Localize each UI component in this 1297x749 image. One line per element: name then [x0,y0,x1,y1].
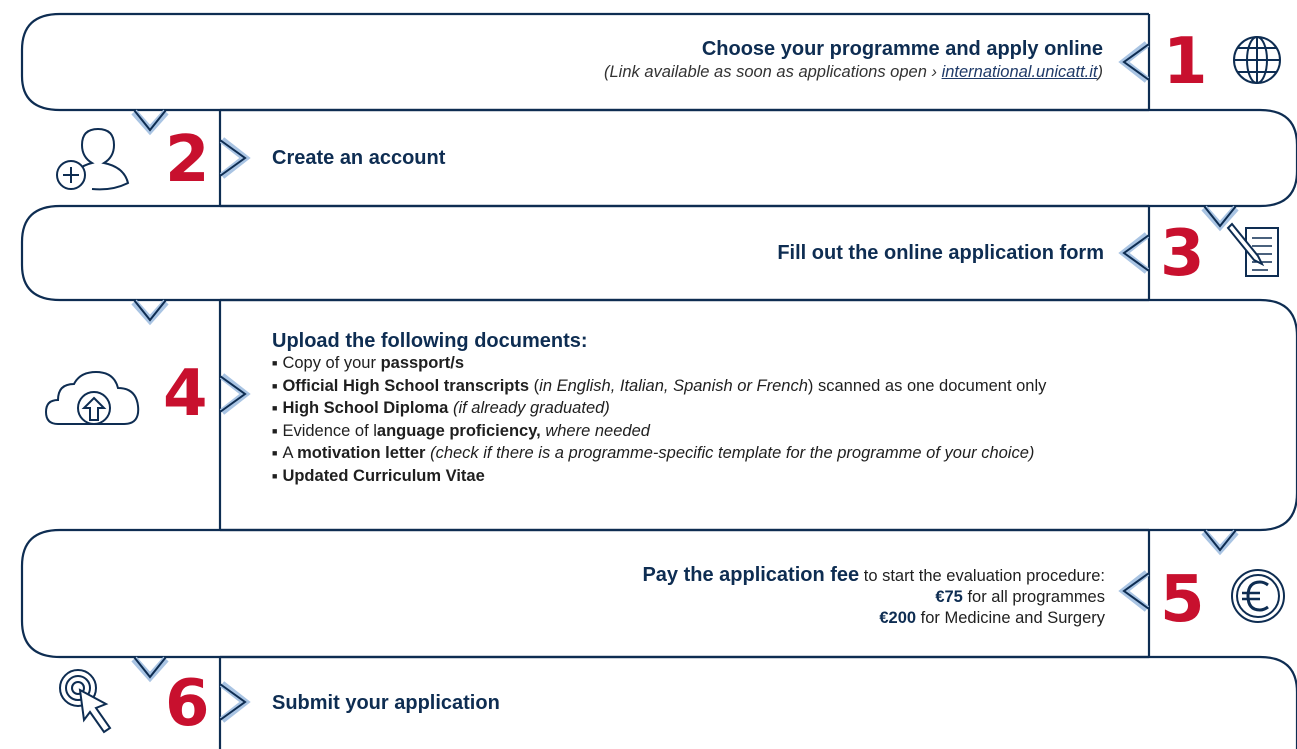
step2-title: Create an account [272,147,446,169]
step6-number: 6 [165,667,210,741]
list-item: A motivation letter (check if there is a… [272,443,1046,466]
step3-title: Fill out the online application form [777,242,1104,264]
list-item: Copy of your passport/s [272,353,1046,376]
list-item: Official High School transcripts (in Eng… [272,376,1046,399]
international-link[interactable]: international.unicatt.it [942,63,1098,81]
step1-text: Choose your programme and apply online (… [203,38,1103,82]
step1-number: 1 [1163,25,1208,99]
documents-list: Copy of your passport/s Official High Sc… [272,353,1046,488]
fee-standard: €75 for all programmes [935,588,1105,606]
step2-number: 2 [165,123,210,197]
step5-title-suffix: to start the evaluation procedure: [859,567,1105,585]
globe-icon [1233,36,1281,84]
step6-title: Submit your application [272,692,500,714]
step3-number: 3 [1160,217,1205,291]
list-item: Evidence of language proficiency, where … [272,421,1046,444]
cloud-upload-icon [44,370,140,425]
step4-number: 4 [163,357,208,431]
fee-medicine: €200 for Medicine and Surgery [879,609,1105,627]
euro-coin-icon [1231,569,1285,623]
step4-content: Upload the following documents: Copy of … [272,330,1046,488]
step5-text: Pay the application fee to start the eva… [305,565,1105,629]
list-item: Updated Curriculum Vitae [272,466,1046,489]
step5-title: Pay the application fee [642,564,860,586]
target-cursor-icon [59,669,112,734]
add-user-icon [56,127,130,191]
step1-note-prefix: (Link available as soon as applications … [604,63,937,81]
list-item: High School Diploma (if already graduate… [272,398,1046,421]
step1-note-suffix: ) [1097,63,1104,81]
step5-number: 5 [1160,563,1205,637]
step1-note: (Link available as soon as applications … [203,63,1103,82]
step1-title: Choose your programme and apply online [701,38,1103,60]
step4-title: Upload the following documents: [272,330,588,352]
form-pencil-icon [1226,222,1279,277]
